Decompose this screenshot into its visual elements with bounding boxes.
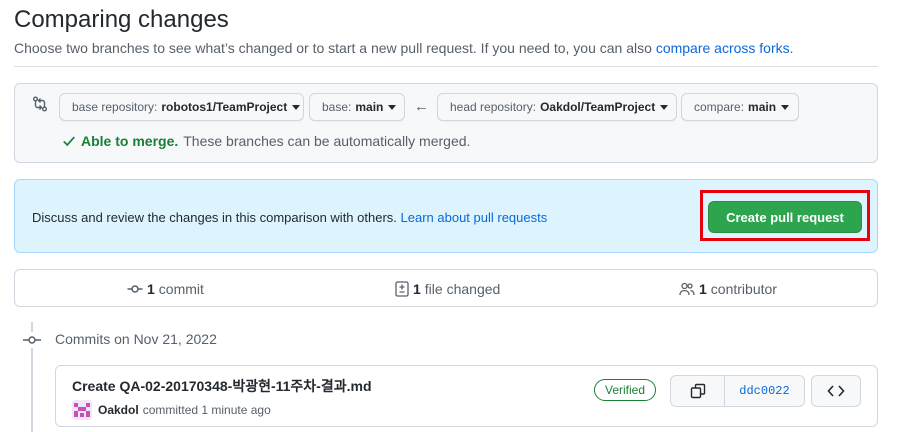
divider xyxy=(14,66,878,67)
verified-badge[interactable]: Verified xyxy=(594,379,657,401)
commit-timeline-icon xyxy=(22,332,42,348)
commits-label: commit xyxy=(158,281,204,297)
commit-author[interactable]: Oakdol xyxy=(98,403,139,417)
caret-down-icon xyxy=(781,104,790,110)
commit-sha-link[interactable]: ddc0022 xyxy=(725,376,804,406)
commit-item: Create QA-02-20170348-박광현-11주차-결과.md Oak… xyxy=(55,365,878,427)
files-summary[interactable]: 1 file changed xyxy=(395,281,500,297)
commit-icon xyxy=(127,285,143,293)
caret-down-icon xyxy=(388,104,397,110)
copy-icon xyxy=(690,383,705,399)
base-repository-label: base repository: xyxy=(72,100,158,114)
head-repository-value: Oakdol/TeamProject xyxy=(540,100,656,114)
check-icon xyxy=(63,136,75,147)
commit-time: committed 1 minute ago xyxy=(142,403,271,417)
compare-summary: 1 commit 1 file changed 1 contributor xyxy=(14,269,878,307)
code-icon xyxy=(827,385,845,397)
git-compare-icon xyxy=(33,96,47,112)
head-repository-label: head repository: xyxy=(450,100,537,114)
caret-down-icon xyxy=(292,104,301,110)
commits-count: 1 xyxy=(147,281,155,297)
subtitle-end: . xyxy=(789,40,794,56)
commit-meta: Oakdol committed 1 minute ago xyxy=(72,400,271,420)
compare-branch-select[interactable]: compare: main xyxy=(681,93,799,121)
browse-repository-button[interactable] xyxy=(811,375,861,407)
compare-across-forks-link[interactable]: compare across forks xyxy=(656,40,790,56)
caret-down-icon xyxy=(660,104,669,110)
commits-date-heading: Commits on Nov 21, 2022 xyxy=(55,331,217,347)
base-repository-select[interactable]: base repository: robotos1/TeamProject xyxy=(59,93,304,121)
commits-summary[interactable]: 1 commit xyxy=(127,281,204,297)
compare-branch-value: main xyxy=(748,100,777,114)
create-pull-request-button[interactable]: Create pull request xyxy=(708,201,862,233)
subtitle-text: Choose two branches to see what’s change… xyxy=(14,40,656,56)
merge-status: Able to merge. These branches can be aut… xyxy=(62,133,470,149)
range-editor: base repository: robotos1/TeamProject ba… xyxy=(14,83,878,163)
contributors-summary[interactable]: 1 contributor xyxy=(679,281,777,297)
files-label: file changed xyxy=(424,281,501,297)
compare-branch-label: compare: xyxy=(694,100,745,114)
page-subtitle: Choose two branches to see what’s change… xyxy=(14,40,794,56)
file-diff-icon xyxy=(395,281,409,297)
learn-about-pull-requests-link[interactable]: Learn about pull requests xyxy=(401,210,548,225)
commit-title[interactable]: Create QA-02-20170348-박광현-11주차-결과.md xyxy=(72,376,372,396)
page-title: Comparing changes xyxy=(14,6,229,33)
avatar[interactable] xyxy=(72,400,92,420)
base-branch-label: base: xyxy=(322,100,352,114)
flash-text: Discuss and review the changes in this c… xyxy=(32,210,401,225)
flash-message: Discuss and review the changes in this c… xyxy=(32,210,547,225)
arrow-left-icon: ← xyxy=(414,98,429,115)
base-branch-select[interactable]: base: main xyxy=(309,93,405,121)
files-count: 1 xyxy=(413,281,421,297)
contributors-label: contributor xyxy=(710,281,777,297)
merge-status-text: These branches can be automatically merg… xyxy=(183,133,471,149)
base-repository-value: robotos1/TeamProject xyxy=(161,100,288,114)
commit-actions: ddc0022 xyxy=(670,375,805,407)
head-repository-select[interactable]: head repository: Oakdol/TeamProject xyxy=(437,93,677,121)
merge-status-ok: Able to merge. xyxy=(81,133,179,149)
create-pr-flash: Discuss and review the changes in this c… xyxy=(14,179,878,253)
copy-sha-button[interactable] xyxy=(671,376,725,406)
base-branch-value: main xyxy=(355,100,384,114)
people-icon xyxy=(679,282,695,296)
contributors-count: 1 xyxy=(699,281,707,297)
